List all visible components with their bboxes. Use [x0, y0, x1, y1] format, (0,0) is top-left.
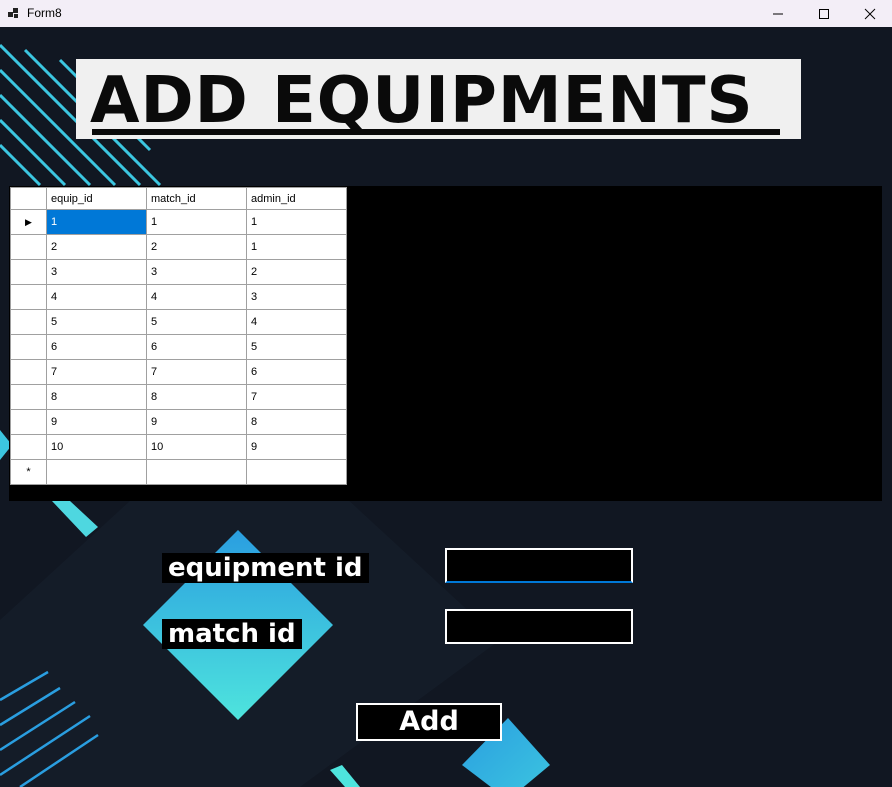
grid-header-row: equip_id match_id admin_id: [10, 187, 347, 210]
minimize-icon: [773, 13, 783, 14]
grid-cell-admin-id[interactable]: 6: [246, 359, 347, 385]
grid-cell-admin-id[interactable]: 2: [246, 259, 347, 285]
equipment-id-label: equipment id: [162, 553, 369, 583]
match-id-label: match id: [162, 619, 302, 649]
close-button[interactable]: [847, 0, 892, 27]
new-row-indicator-icon[interactable]: *: [10, 459, 47, 485]
row-header[interactable]: [10, 409, 47, 435]
table-row[interactable]: 10 10 9: [10, 434, 347, 460]
column-header-admin-id[interactable]: admin_id: [246, 187, 347, 210]
grid-cell-admin-id[interactable]: 4: [246, 309, 347, 335]
row-header[interactable]: [10, 434, 47, 460]
grid-cell-equip-id[interactable]: 5: [46, 309, 147, 335]
app-icon: [8, 8, 18, 18]
grid-cell-admin-id[interactable]: 1: [246, 209, 347, 235]
table-row[interactable]: 3 3 2: [10, 259, 347, 285]
new-row[interactable]: *: [10, 459, 347, 485]
grid-cell-match-id[interactable]: 3: [146, 259, 247, 285]
row-header-corner[interactable]: [10, 187, 47, 210]
maximize-icon: [819, 8, 829, 19]
row-header[interactable]: [10, 359, 47, 385]
row-header[interactable]: [10, 334, 47, 360]
match-id-input[interactable]: [445, 609, 633, 644]
table-row[interactable]: 2 2 1: [10, 234, 347, 260]
window-title: Form8: [27, 6, 62, 20]
grid-cell-admin-id[interactable]: 1: [246, 234, 347, 260]
grid-cell-admin-id[interactable]: 8: [246, 409, 347, 435]
row-header[interactable]: [10, 284, 47, 310]
title-underline: [92, 129, 780, 135]
table-row[interactable]: 8 8 7: [10, 384, 347, 410]
row-header[interactable]: [10, 234, 47, 260]
grid-cell-match-id[interactable]: 4: [146, 284, 247, 310]
grid-cell-equip-id[interactable]: 2: [46, 234, 147, 260]
maximize-button[interactable]: [801, 0, 847, 27]
grid-cell-match-id[interactable]: 9: [146, 409, 247, 435]
grid-cell-match-id[interactable]: 10: [146, 434, 247, 460]
table-row[interactable]: 9 9 8: [10, 409, 347, 435]
grid-cell-equip-id[interactable]: 3: [46, 259, 147, 285]
grid-cell-equip-id[interactable]: 6: [46, 334, 147, 360]
row-header[interactable]: [10, 309, 47, 335]
row-header[interactable]: [10, 259, 47, 285]
grid-cell-equip-id[interactable]: [46, 459, 147, 485]
column-header-equip-id[interactable]: equip_id: [46, 187, 147, 210]
table-row[interactable]: 4 4 3: [10, 284, 347, 310]
grid-cell-match-id[interactable]: 8: [146, 384, 247, 410]
grid-cell-admin-id[interactable]: 5: [246, 334, 347, 360]
table-row[interactable]: 6 6 5: [10, 334, 347, 360]
equipment-id-input[interactable]: [445, 548, 633, 583]
title-bar: Form8: [0, 0, 892, 27]
row-header[interactable]: [10, 384, 47, 410]
grid-cell-admin-id[interactable]: 9: [246, 434, 347, 460]
add-button[interactable]: Add: [356, 703, 502, 741]
table-row[interactable]: ▶ 1 1 1: [10, 209, 347, 235]
table-row[interactable]: 5 5 4: [10, 309, 347, 335]
table-row[interactable]: 7 7 6: [10, 359, 347, 385]
column-header-match-id[interactable]: match_id: [146, 187, 247, 210]
close-icon: [864, 8, 876, 19]
grid-cell-admin-id[interactable]: [246, 459, 347, 485]
grid-cell-admin-id[interactable]: 3: [246, 284, 347, 310]
grid-cell-match-id[interactable]: 2: [146, 234, 247, 260]
grid-cell-match-id[interactable]: 1: [146, 209, 247, 235]
grid-cell-equip-id[interactable]: 4: [46, 284, 147, 310]
grid-cell-equip-id[interactable]: 8: [46, 384, 147, 410]
grid-cell-match-id[interactable]: [146, 459, 247, 485]
grid-cell-equip-id[interactable]: 1: [46, 209, 147, 235]
grid-cell-admin-id[interactable]: 7: [246, 384, 347, 410]
equipment-data-grid[interactable]: equip_id match_id admin_id ▶ 1 1 1 2 2 1…: [10, 187, 347, 485]
grid-cell-match-id[interactable]: 7: [146, 359, 247, 385]
grid-cell-match-id[interactable]: 6: [146, 334, 247, 360]
grid-cell-equip-id[interactable]: 10: [46, 434, 147, 460]
minimize-button[interactable]: [755, 0, 801, 27]
grid-cell-match-id[interactable]: 5: [146, 309, 247, 335]
grid-cell-equip-id[interactable]: 9: [46, 409, 147, 435]
current-row-indicator-icon[interactable]: ▶: [10, 209, 47, 235]
grid-cell-equip-id[interactable]: 7: [46, 359, 147, 385]
page-title: ADD EQUIPMENTS: [90, 64, 754, 138]
